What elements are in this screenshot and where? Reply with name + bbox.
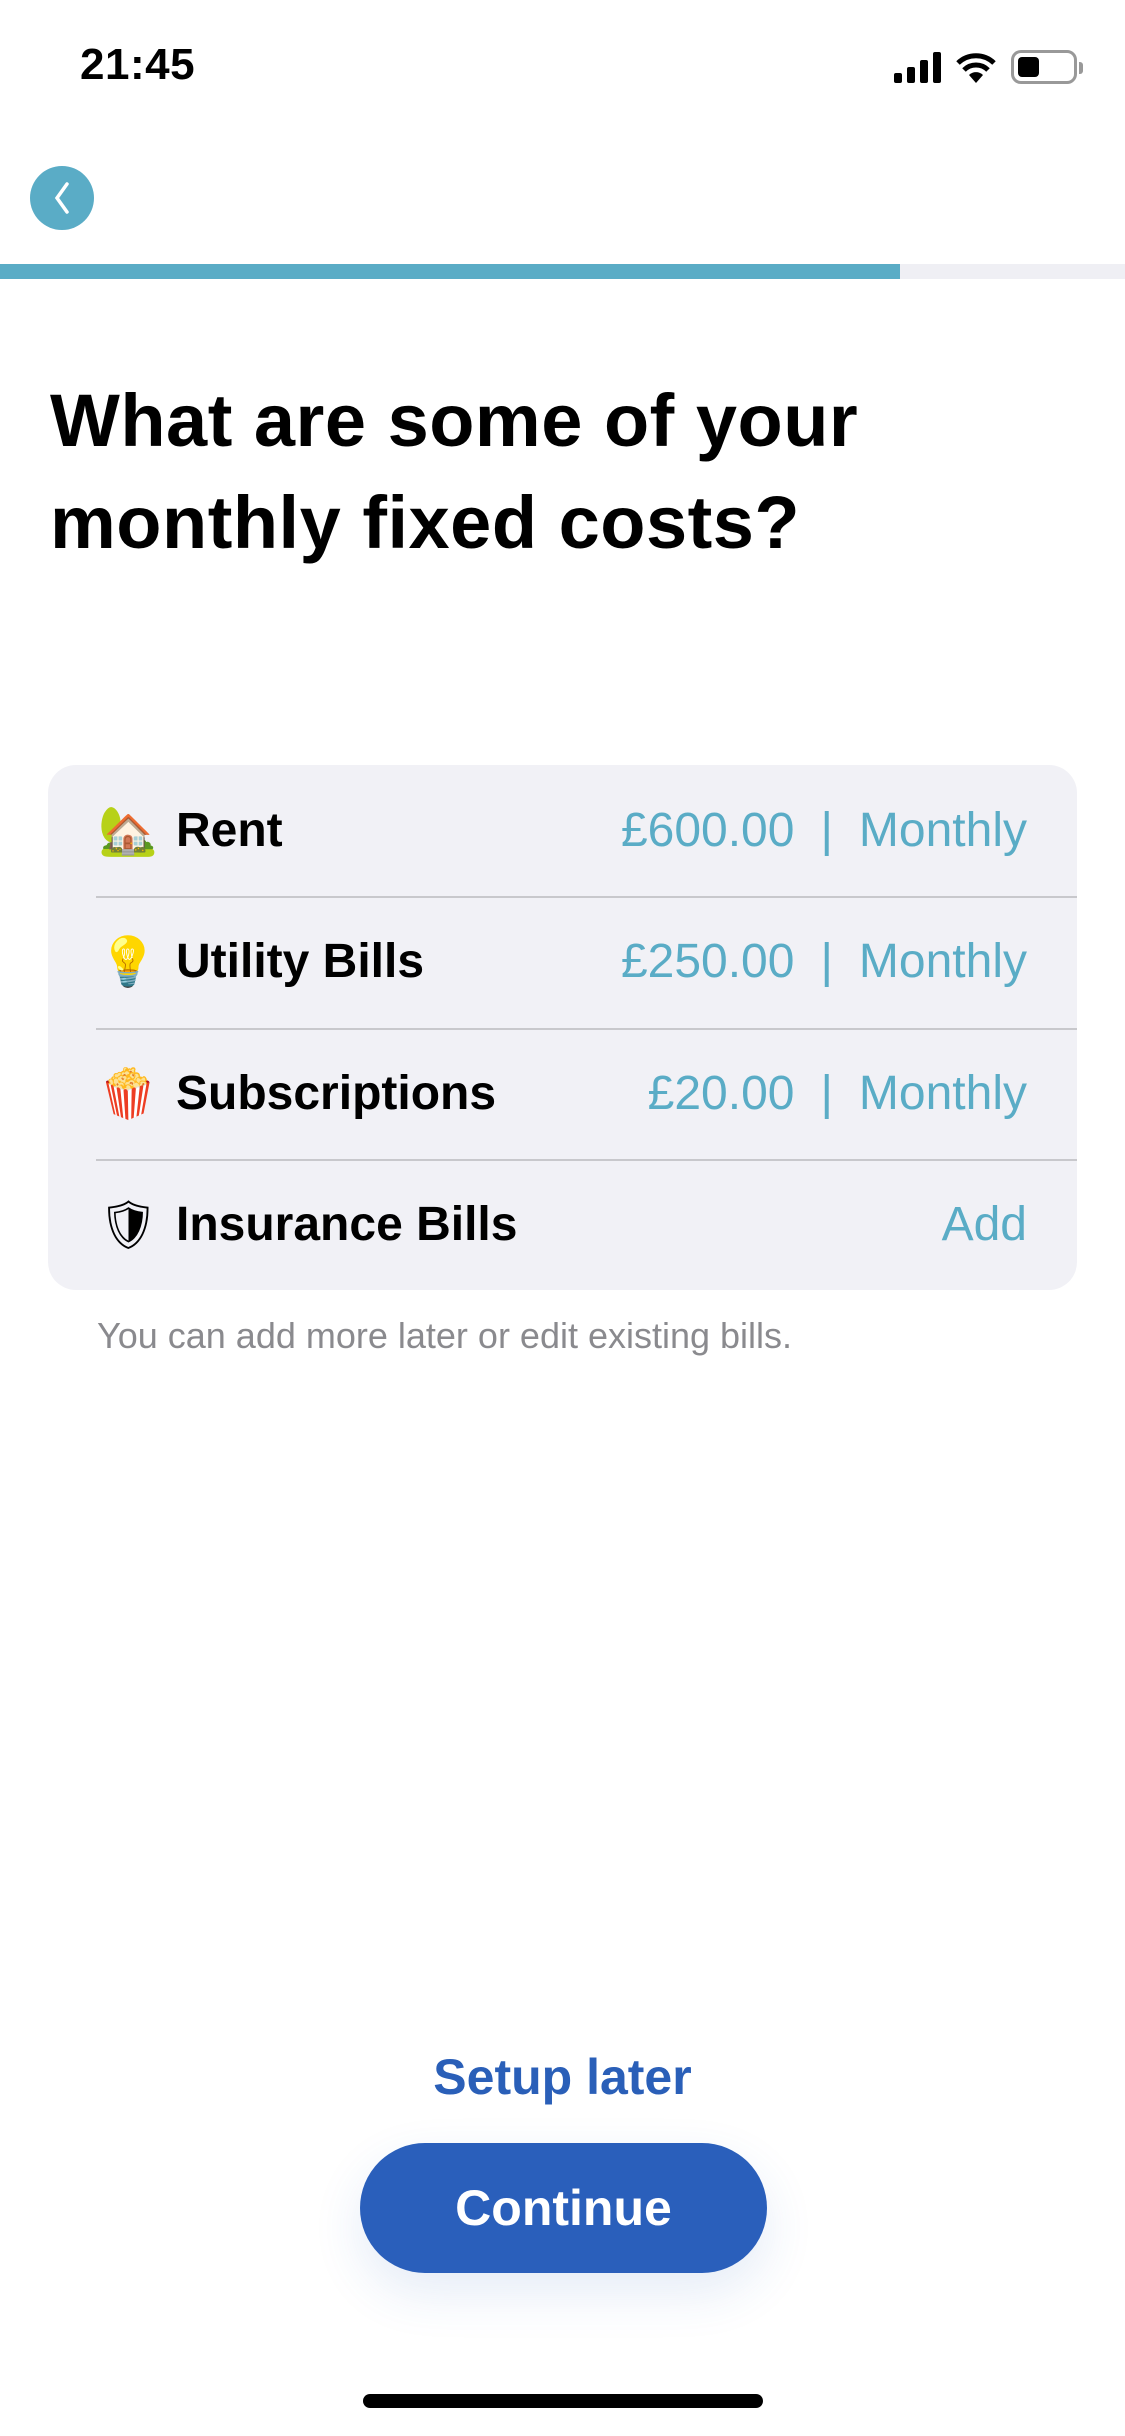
bill-row-subscriptions[interactable]: 🍿 Subscriptions £20.00 | Monthly <box>48 1027 1077 1159</box>
bill-label: Subscriptions <box>176 1066 497 1120</box>
add-button[interactable]: Add <box>942 1197 1027 1252</box>
separator: | <box>820 804 833 858</box>
setup-later-button[interactable]: Setup later <box>0 2048 1125 2106</box>
shield-icon: 🛡 <box>98 1196 159 1253</box>
house-icon: 🏡 <box>98 803 158 860</box>
battery-icon <box>1011 50 1083 84</box>
bill-row-insurance-bills[interactable]: 🛡 Insurance Bills Add <box>48 1158 1077 1290</box>
chevron-left-icon <box>54 182 69 214</box>
bill-label: Rent <box>176 804 283 858</box>
bill-amount[interactable]: £250.00 <box>621 934 795 989</box>
progress-fill <box>0 264 900 279</box>
wifi-icon <box>956 53 996 83</box>
back-button[interactable] <box>30 166 94 230</box>
bill-frequency[interactable]: Monthly <box>859 934 1027 989</box>
separator: | <box>820 935 833 989</box>
bill-row-rent[interactable]: 🏡 Rent £600.00 | Monthly <box>48 765 1077 896</box>
bill-amount[interactable]: £600.00 <box>621 803 795 858</box>
home-indicator[interactable] <box>363 2394 763 2408</box>
light-bulb-icon: 💡 <box>98 934 158 991</box>
cellular-signal-icon <box>894 51 941 83</box>
status-time: 21:45 <box>80 40 196 89</box>
bill-frequency[interactable]: Monthly <box>859 803 1027 858</box>
bill-label: Insurance Bills <box>176 1197 518 1251</box>
progress-bar <box>0 264 1125 279</box>
continue-button[interactable]: Continue <box>360 2143 767 2273</box>
bills-list: 🏡 Rent £600.00 | Monthly 💡 Utility Bills £… <box>48 765 1077 1290</box>
bill-row-utility-bills[interactable]: 💡 Utility Bills £250.00 | Monthly <box>48 896 1077 1027</box>
popcorn-icon: 🍿 <box>98 1065 158 1122</box>
separator: | <box>820 1066 833 1120</box>
helper-text: You can add more later or edit existing … <box>97 1315 793 1356</box>
bill-amount[interactable]: £20.00 <box>648 1066 795 1121</box>
bill-label: Utility Bills <box>176 935 425 989</box>
page-title: What are some of your monthly fixed cost… <box>50 379 859 564</box>
bill-frequency[interactable]: Monthly <box>859 1066 1027 1121</box>
status-icons <box>894 50 1083 84</box>
